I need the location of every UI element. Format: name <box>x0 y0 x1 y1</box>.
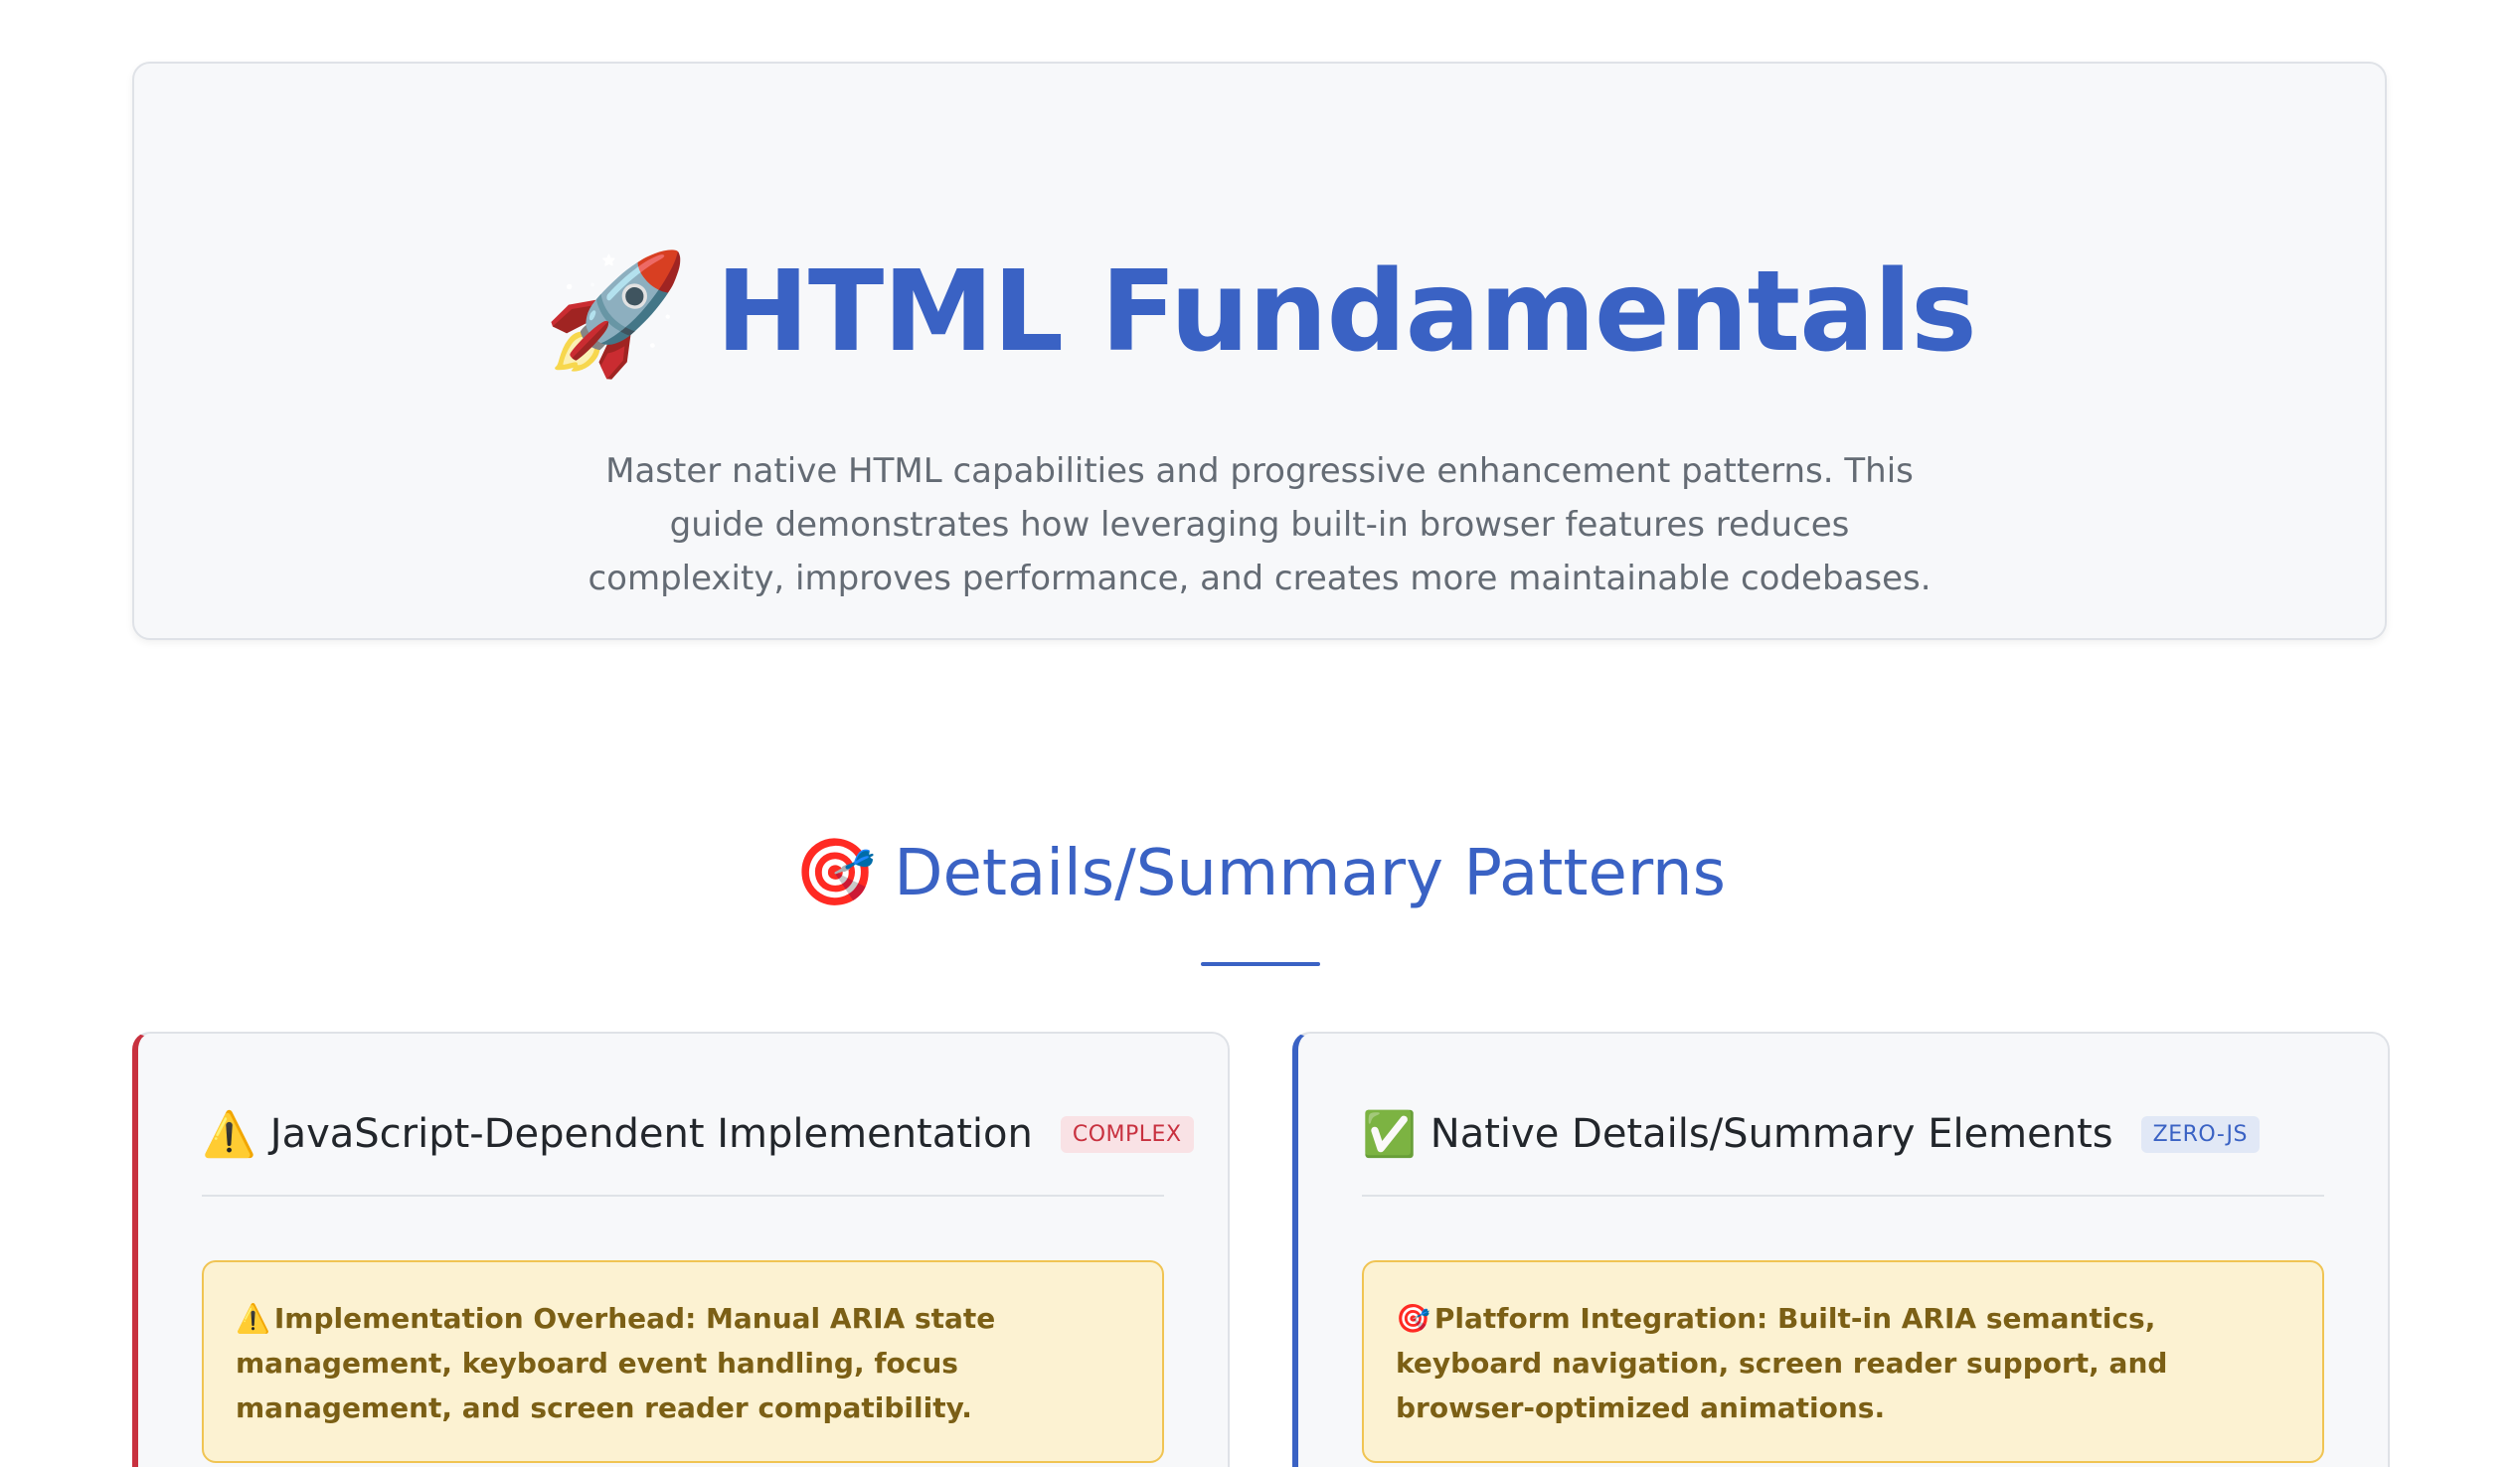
card-header: ✅ Native Details/Summary Elements ZERO-J… <box>1362 1103 2324 1165</box>
hero-description: Master native HTML capabilities and prog… <box>588 451 1932 598</box>
card-divider <box>1362 1195 2324 1197</box>
section-title-text: Details/Summary Patterns <box>894 837 1726 910</box>
target-icon: 🎯 <box>794 834 877 910</box>
card-divider <box>202 1195 1164 1197</box>
platform-integration-callout: 🎯 Platform Integration: Built-in ARIA sem… <box>1362 1260 2324 1463</box>
warning-icon: ⚠️ <box>236 1302 270 1335</box>
target-icon: 🎯 <box>1396 1302 1430 1335</box>
native-details-card: ✅ Native Details/Summary Elements ZERO-J… <box>1292 1032 2390 1467</box>
card-title: JavaScript-Dependent Implementation <box>269 1111 1033 1157</box>
card-header: ⚠️ JavaScript-Dependent Implementation C… <box>202 1103 1194 1165</box>
card-title: Native Details/Summary Elements <box>1429 1111 2113 1157</box>
implementation-overhead-callout: ⚠️ Implementation Overhead: Manual ARIA s… <box>202 1260 1164 1463</box>
callout-text: Platform Integration: Built-in ARIA sema… <box>1396 1302 2168 1424</box>
callout-text: Implementation Overhead: Manual ARIA sta… <box>236 1302 996 1424</box>
section-title: 🎯 Details/Summary Patterns <box>0 823 2520 923</box>
hero-card: 🚀 HTML Fundamentals Master native HTML ca… <box>132 62 2387 640</box>
rocket-icon: 🚀 <box>543 244 689 382</box>
warning-icon: ⚠️ <box>202 1109 256 1160</box>
section-divider <box>1201 962 1320 966</box>
check-icon: ✅ <box>1362 1109 1417 1160</box>
page: 🚀 HTML Fundamentals Master native HTML ca… <box>0 0 2520 1467</box>
page-title-text: HTML Fundamentals <box>716 247 1977 377</box>
zero-js-badge: ZERO-JS <box>2140 1115 2260 1153</box>
complexity-badge: COMPLEX <box>1060 1115 1194 1153</box>
js-implementation-card: ⚠️ JavaScript-Dependent Implementation C… <box>132 1032 1230 1467</box>
page-title: 🚀 HTML Fundamentals <box>134 243 2385 383</box>
